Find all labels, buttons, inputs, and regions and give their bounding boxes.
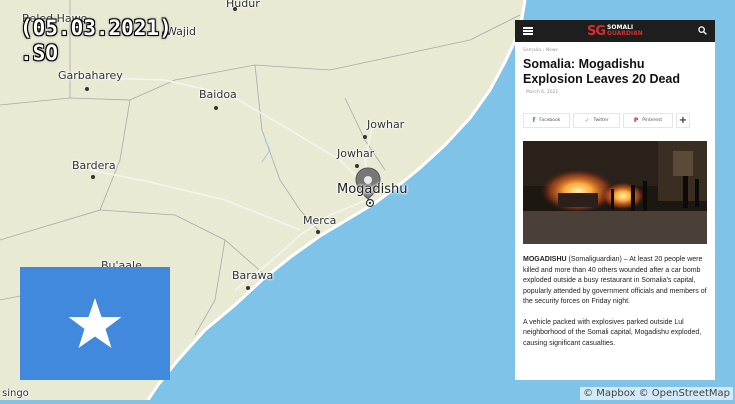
twitter-share-button[interactable]: ✓ Twitter [573,113,620,128]
city-dot-jowhar-1 [363,135,367,139]
breadcrumb-item[interactable]: News [546,48,558,53]
city-label-baidoa: Baidoa [199,88,237,101]
city-label-jowhar-2: Jowhar [337,147,375,160]
site-logo[interactable]: SG SOMALI GUARDIAN [587,23,643,39]
menu-icon[interactable] [523,27,533,35]
pinterest-icon: P [633,117,639,124]
twitter-label: Twitter [593,118,609,123]
breadcrumb-item[interactable]: Somalia [523,48,541,53]
city-label-hudur: Hudur [226,0,260,10]
breadcrumb: Somalia › News [515,42,715,53]
more-share-button[interactable]: + [676,113,690,128]
facebook-icon: f [532,117,536,124]
article-paragraph-2: A vehicle packed with explosives parked … [523,318,702,347]
city-dot-merca [316,230,320,234]
city-marker-mogadishu-center [368,201,372,205]
pinterest-label: Pinterest [642,118,663,123]
somalia-flag [20,267,170,380]
map-attribution[interactable]: © Mapbox © OpenStreetMap [580,387,733,400]
logo-line2: GUARDIAN [607,30,643,37]
site-header: SG SOMALI GUARDIAN [515,20,715,42]
city-label-garbaharey: Garbaharey [58,69,123,82]
city-dot-bardera [91,175,95,179]
share-bar: f Facebook ✓ Twitter P Pinterest + [515,95,715,128]
article-paragraph-1-text: (Somaliguardian) – At least 20 people we… [523,256,707,305]
facebook-share-button[interactable]: f Facebook [523,113,570,128]
article-paragraph-1: MOGADISHU (Somaliguardian) – At least 20… [515,255,715,308]
date-text: (05.03.2021) [20,16,172,40]
date-overlay: (05.03.2021) .SO [20,16,172,66]
city-dot-baidoa [214,106,218,110]
city-label-jowhar-1: Jowhar [367,118,405,131]
article-photo [523,141,707,244]
article-lead: MOGADISHU [523,256,567,263]
search-icon[interactable] [698,26,707,35]
article-panel[interactable]: SG SOMALI GUARDIAN Somalia › News Somali… [515,20,715,380]
twitter-icon: ✓ [584,117,590,124]
article-headline: Somalia: Mogadishu Explosion Leaves 20 D… [523,57,681,86]
city-dot-garbaharey [85,87,89,91]
domain-text: .SO [20,41,58,65]
city-dot-hudur [233,7,237,11]
city-dot-barawa [246,286,250,290]
explosion-scene-image [523,141,707,244]
city-label-bardera: Bardera [72,159,116,172]
city-label-barawa: Barawa [232,269,274,282]
facebook-label: Facebook [539,118,561,123]
pinterest-share-button[interactable]: P Pinterest [623,113,673,128]
city-label-merca: Merca [303,214,337,227]
city-label-mogadishu: Mogadishu [337,182,408,197]
logo-mark: SG [587,23,606,39]
logo-text: SOMALI GUARDIAN [607,25,643,37]
article-date: March 6, 2021 [526,90,559,95]
city-label-singo: singo [2,388,29,399]
city-dot-jowhar-2 [355,164,359,168]
star-icon [68,298,122,348]
